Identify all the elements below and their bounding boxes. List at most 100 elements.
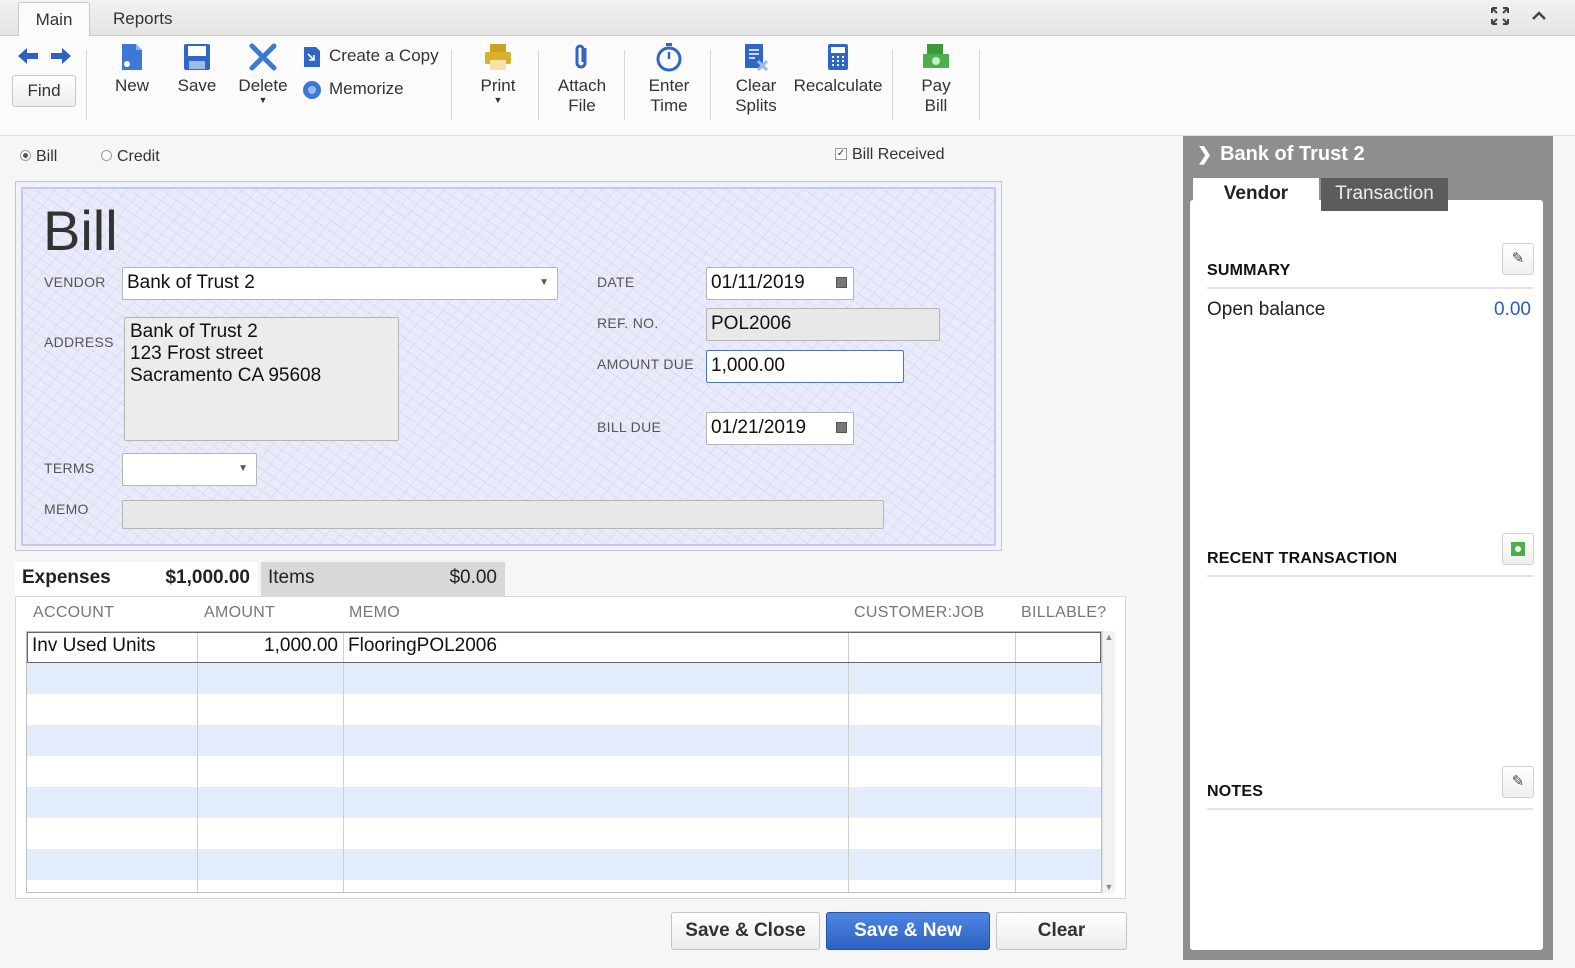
next-arrow-icon[interactable] — [50, 46, 72, 66]
items-total: $0.00 — [449, 567, 497, 588]
collapse-icon[interactable] — [1528, 6, 1550, 31]
print-button[interactable]: Print ▼ — [477, 42, 519, 105]
calculator-icon — [823, 42, 853, 72]
toolbar-separator — [624, 50, 625, 120]
column-header-memo[interactable]: MEMO — [349, 604, 400, 622]
tab-expenses[interactable]: Expenses $1,000.00 — [15, 562, 258, 596]
address-field[interactable]: Bank of Trust 2 123 Frost street Sacrame… — [124, 317, 399, 441]
checkmark-icon: ✓ — [835, 147, 847, 160]
table-row[interactable]: Inv Used Units 1,000.00 FlooringPOL2006 — [27, 632, 1101, 663]
form-title: Bill — [43, 199, 118, 262]
toolbar-separator — [892, 50, 893, 120]
date-label: DATE — [597, 274, 635, 290]
open-balance-label: Open balance — [1207, 299, 1326, 320]
table-row[interactable] — [27, 725, 1101, 756]
attach-file-button[interactable]: Attach File — [556, 42, 608, 116]
address-line: Sacramento CA 95608 — [130, 365, 322, 386]
column-divider — [343, 632, 344, 892]
column-header-customer-job[interactable]: CUSTOMER:JOB — [854, 604, 984, 622]
terms-field[interactable]: ▼ — [122, 453, 257, 486]
tab-strip: Main Reports — [0, 0, 1575, 37]
recalculate-button[interactable]: Recalculate — [792, 42, 884, 96]
amount-due-label: AMOUNT DUE — [597, 356, 694, 372]
toolbar-separator — [86, 50, 87, 120]
amount-due-field[interactable]: 1,000.00 — [706, 350, 904, 383]
edit-pencil-icon[interactable]: ✎ — [1502, 243, 1534, 275]
clear-button[interactable]: Clear — [996, 912, 1127, 950]
chevron-right-icon[interactable]: ❯ — [1197, 144, 1212, 164]
clear-splits-button[interactable]: Clear Splits — [730, 42, 782, 116]
table-row[interactable] — [27, 787, 1101, 818]
column-header-billable[interactable]: BILLABLE? — [1021, 604, 1106, 622]
column-divider — [848, 632, 849, 892]
save-button[interactable]: Save — [176, 42, 218, 96]
open-balance-value[interactable]: 0.00 — [1494, 299, 1531, 321]
notes-heading: NOTES — [1207, 783, 1264, 800]
bill-due-field[interactable]: 01/21/2019 — [706, 412, 854, 445]
memorize-button[interactable]: Memorize — [301, 77, 404, 101]
dropdown-caret-icon: ▼ — [258, 95, 268, 105]
delete-x-icon — [248, 42, 278, 72]
toolbar-separator — [538, 50, 539, 120]
create-copy-button[interactable]: Create a Copy — [301, 44, 439, 68]
panel-title[interactable]: ❯ Bank of Trust 2 — [1197, 143, 1365, 166]
calendar-icon[interactable] — [836, 277, 847, 288]
new-button[interactable]: New — [111, 42, 153, 96]
copy-icon — [301, 46, 323, 68]
table-row[interactable] — [27, 849, 1101, 880]
paperclip-icon — [567, 42, 597, 72]
table-row[interactable] — [27, 818, 1101, 849]
table-row[interactable] — [27, 694, 1101, 725]
tab-main[interactable]: Main — [18, 2, 90, 37]
new-document-icon — [117, 42, 147, 72]
enter-time-button[interactable]: Enter Time — [643, 42, 695, 116]
column-divider — [1015, 632, 1016, 892]
pay-bill-money-icon — [921, 42, 951, 72]
column-header-amount[interactable]: AMOUNT — [204, 604, 275, 622]
memorize-icon — [301, 79, 323, 101]
edit-pencil-icon[interactable]: ✎ — [1502, 766, 1534, 798]
scroll-down-icon[interactable]: ▼ — [1103, 882, 1115, 892]
vendor-field[interactable]: Bank of Trust 2 ▼ — [122, 267, 558, 300]
selected-row-outline — [27, 632, 1101, 663]
ref-no-field[interactable]: POL2006 — [706, 308, 940, 341]
address-label: ADDRESS — [44, 334, 114, 350]
table-row[interactable] — [27, 756, 1101, 787]
tab-vendor[interactable]: Vendor — [1193, 178, 1319, 211]
find-button[interactable]: Find — [12, 75, 76, 107]
tab-transaction[interactable]: Transaction — [1321, 178, 1448, 211]
delete-button[interactable]: Delete ▼ — [236, 42, 290, 105]
toolbar-separator — [979, 50, 980, 120]
dropdown-caret-icon[interactable]: ▼ — [238, 454, 248, 484]
calendar-icon[interactable] — [836, 422, 847, 433]
bill-received-checkbox[interactable]: ✓ Bill Received — [835, 146, 944, 164]
address-line: 123 Frost street — [130, 343, 264, 364]
save-close-button[interactable]: Save & Close — [671, 912, 820, 950]
date-field[interactable]: 01/11/2019 — [706, 267, 854, 300]
dropdown-caret-icon: ▼ — [493, 95, 503, 105]
bill-radio[interactable]: Bill — [20, 148, 57, 166]
grid-scrollbar[interactable]: ▲ ▼ — [1102, 631, 1115, 893]
table-row[interactable] — [27, 663, 1101, 694]
save-new-button[interactable]: Save & New — [826, 912, 990, 950]
save-disk-icon — [182, 42, 212, 72]
column-header-account[interactable]: ACCOUNT — [33, 604, 114, 622]
section-divider — [1207, 575, 1533, 577]
report-icon[interactable] — [1502, 533, 1534, 565]
pay-bill-button[interactable]: Pay Bill — [914, 42, 958, 116]
tab-items[interactable]: Items $0.00 — [261, 562, 505, 596]
column-divider — [197, 632, 198, 892]
scroll-up-icon[interactable]: ▲ — [1103, 632, 1115, 642]
toolbar-separator — [710, 50, 711, 120]
previous-arrow-icon[interactable] — [17, 46, 39, 66]
ref-no-label: REF. NO. — [597, 315, 659, 331]
credit-radio[interactable]: Credit — [101, 148, 160, 166]
memo-field[interactable] — [122, 500, 884, 529]
printer-icon — [483, 42, 513, 72]
expand-icon[interactable] — [1489, 6, 1511, 31]
bill-due-label: BILL DUE — [597, 419, 662, 435]
toolbar: Find New Save Delete ▼ Create a Copy Mem… — [0, 36, 1575, 136]
dropdown-caret-icon[interactable]: ▼ — [539, 268, 549, 298]
expenses-total: $1,000.00 — [165, 567, 250, 588]
tab-reports[interactable]: Reports — [97, 2, 189, 37]
